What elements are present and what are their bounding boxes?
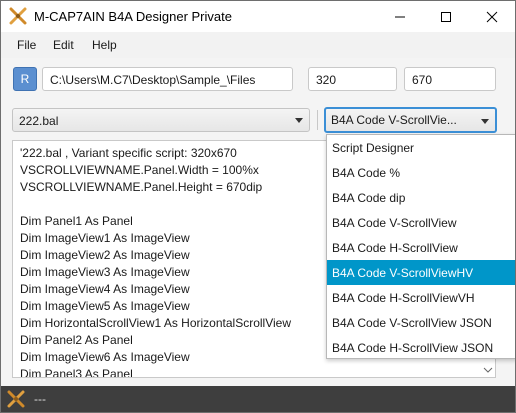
status-bar: --- (1, 386, 515, 412)
title-bar: M-CAP7AIN B4A Designer Private (1, 1, 515, 32)
code-line: Dim ImageView3 As ImageView (20, 265, 190, 279)
code-line: '222.bal , Variant specific script: 320x… (20, 146, 237, 160)
dropdown-option-label: B4A Code H-ScrollViewVH (332, 291, 475, 305)
code-line: Dim Panel3 As Panel (20, 367, 133, 378)
dropdown-option[interactable]: B4A Code H-ScrollView JSON (327, 335, 515, 360)
maximize-button[interactable] (423, 1, 469, 32)
app-window: M-CAP7AIN B4A Designer Private File Edit… (0, 0, 516, 413)
chevron-down-icon (295, 118, 303, 123)
dropdown-option[interactable]: B4A Code dip (327, 185, 515, 210)
dropdown-option-label: Script Designer (332, 141, 415, 155)
dropdown-option-label: B4A Code H-ScrollView (332, 241, 458, 255)
dropdown-option-label: B4A Code V-ScrollView (332, 216, 457, 230)
status-text: --- (34, 392, 46, 406)
menu-edit[interactable]: Edit (53, 38, 74, 52)
width-field[interactable]: 320 (308, 67, 397, 91)
scroll-down-icon[interactable] (483, 366, 493, 374)
code-line: Dim ImageView2 As ImageView (20, 248, 190, 262)
menu-help[interactable]: Help (92, 38, 117, 52)
dropdown-option-label: B4A Code H-ScrollView JSON (332, 341, 494, 355)
code-line: Dim ImageView6 As ImageView (20, 350, 190, 364)
dropdown-option[interactable]: B4A Code H-ScrollViewVH (327, 285, 515, 310)
code-line: Dim ImageView1 As ImageView (20, 231, 190, 245)
chevron-down-icon (481, 119, 489, 124)
dropdown-option-label: B4A Code V-ScrollViewHV (332, 266, 474, 280)
code-line: VSCROLLVIEWNAME.Panel.Height = 670dip (20, 180, 263, 194)
crossed-tools-icon (9, 7, 27, 25)
code-line: VSCROLLVIEWNAME.Panel.Width = 100%x (20, 163, 259, 177)
layout-select[interactable]: 222.bal (12, 108, 310, 132)
minimize-icon (395, 16, 405, 18)
code-line: Dim Panel2 As Panel (20, 333, 133, 347)
dropdown-option-label: B4A Code V-ScrollView JSON (332, 316, 492, 330)
dropdown-option[interactable]: B4A Code V-ScrollView (327, 210, 515, 235)
dropdown-option[interactable]: B4A Code % (327, 160, 515, 185)
dropdown-option[interactable]: B4A Code V-ScrollViewHV (327, 260, 515, 285)
layout-select-value: 222.bal (19, 114, 59, 128)
code-line: Dim HorizontalScrollView1 As HorizontalS… (20, 316, 291, 330)
dropdown-option[interactable]: Script Designer (327, 135, 515, 160)
r-button[interactable]: R (13, 67, 37, 91)
close-button[interactable] (469, 1, 515, 32)
menu-file[interactable]: File (17, 38, 36, 52)
window-title: M-CAP7AIN B4A Designer Private (34, 9, 232, 24)
dropdown-option[interactable]: B4A Code V-ScrollView JSON (327, 310, 515, 335)
dropdown-option[interactable]: B4A Code H-ScrollView (327, 235, 515, 260)
menu-bar: File Edit Help (1, 32, 515, 58)
minimize-button[interactable] (377, 1, 423, 32)
path-field[interactable]: C:\Users\M.C7\Desktop\Sample_\Files (42, 67, 293, 91)
code-line: Dim Panel1 As Panel (20, 214, 133, 228)
dropdown-option-label: B4A Code dip (332, 191, 406, 205)
crossed-tools-icon (7, 390, 25, 408)
code-mode-select[interactable]: B4A Code V-ScrollVie... (324, 107, 497, 133)
code-line: Dim ImageView4 As ImageView (20, 282, 190, 296)
dropdown-option-label: B4A Code % (332, 166, 401, 180)
close-icon (486, 11, 498, 23)
toolbar-divider (317, 110, 318, 130)
maximize-icon (441, 12, 451, 22)
code-mode-dropdown: Script Designer B4A Code % B4A Code dip B4A… (326, 134, 515, 360)
code-mode-select-value: B4A Code V-ScrollVie... (331, 113, 457, 127)
height-field[interactable]: 670 (404, 67, 496, 91)
code-line: Dim ImageView5 As ImageView (20, 299, 190, 313)
